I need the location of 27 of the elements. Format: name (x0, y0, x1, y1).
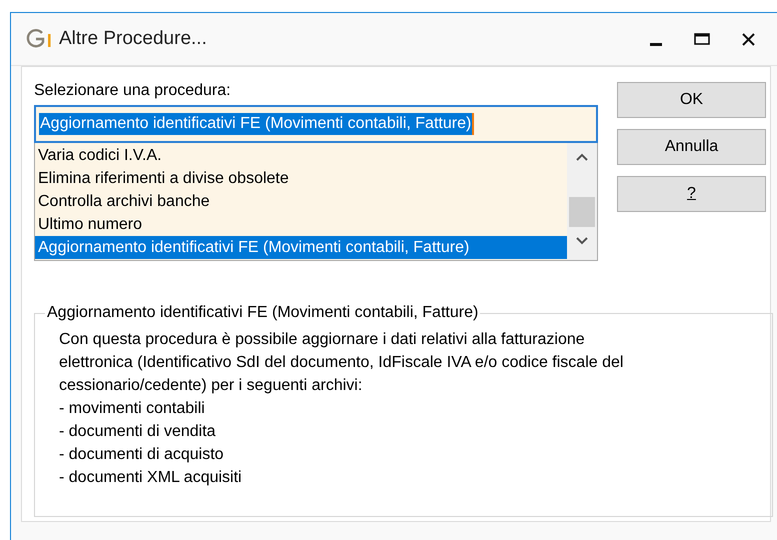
list-item[interactable]: Elimina riferimenti a divise obsolete (35, 167, 567, 190)
scroll-down-icon[interactable] (576, 237, 588, 245)
scroll-thumb[interactable] (569, 197, 595, 227)
archive-list-item: - documenti di acquisto (59, 445, 225, 465)
list-item[interactable]: Varia codici I.V.A. (35, 144, 567, 167)
list-item[interactable]: Controlla archivi banche (35, 190, 567, 213)
procedure-combo-field[interactable]: Aggiornamento identificativi FE (Movimenti contabili, Fatture) (34, 105, 598, 143)
logo-icon (25, 28, 53, 50)
dialog-button[interactable]: OK (617, 82, 766, 118)
window-title: Altre Procedure... (59, 26, 207, 51)
archive-list-item: - documenti di vendita (59, 422, 217, 442)
minimize-icon (650, 42, 662, 46)
scroll-up-icon[interactable] (576, 153, 588, 161)
maximize-icon (694, 33, 710, 45)
procedure-list[interactable]: Varia codici I.V.A. Elimina riferimenti a divise obsolete Controlla archivi banche Ultimo numero Aggiornamento identificativi FE (Movimenti contabili, Fatture) (34, 143, 598, 261)
scrollbar[interactable] (567, 143, 597, 260)
description-text: Con questa procedura è possibile aggiornare i dati relativi alla fatturazione elettronica (Identificativo SdI del documento, IdFiscale IVA e/o codice fiscale del cessionario/cedente) per i seguenti archivi: (59, 330, 624, 396)
selected-text: Aggiornamento identificativi FE (Movimenti contabili, Fatture) (39, 113, 472, 135)
list-item[interactable]: Ultimo numero (35, 213, 567, 236)
list-item[interactable]: Aggiornamento identificativi FE (Movimenti contabili, Fatture) (35, 236, 567, 259)
archive-list-item: - documenti XML acquisiti (59, 468, 243, 488)
dialog-button[interactable]: Annulla (617, 129, 766, 165)
dialog-button[interactable]: ? (617, 176, 766, 212)
close-icon (742, 32, 754, 46)
archive-list-item: - movimenti contabili (59, 399, 206, 419)
group-title: Aggiornamento identificativi FE (Movimenti contabili, Fatture) (45, 303, 480, 323)
prompt-label: Selezionare una procedura: (34, 81, 232, 101)
